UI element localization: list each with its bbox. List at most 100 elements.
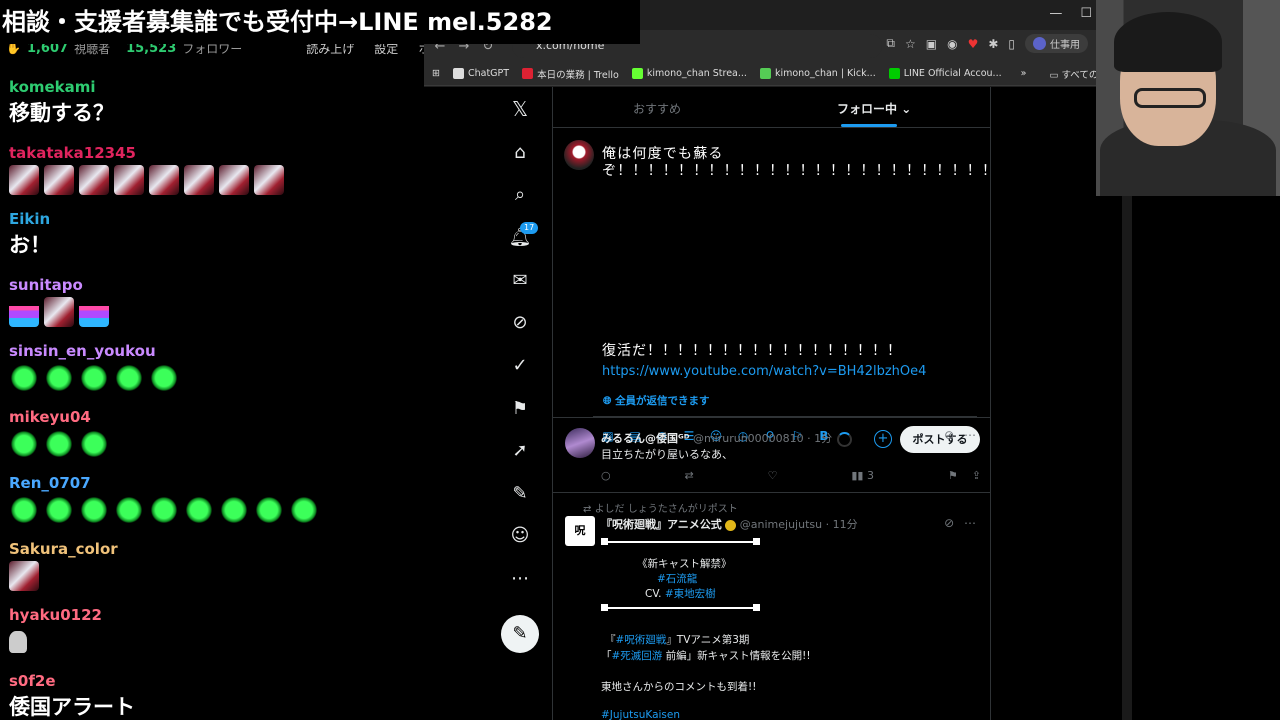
hashtag[interactable]: #JujutsuKaisen — [601, 709, 680, 720]
verified-icon[interactable]: ✓ — [502, 352, 538, 380]
chat-username[interactable]: Ren_0707 — [9, 472, 419, 494]
chat-emotes — [9, 296, 419, 328]
avatar[interactable]: 呪 — [565, 516, 595, 546]
compose-text[interactable]: 俺は何度でも蘇るぞ！！！！！！！！！！！！！！！！！！！！！！！！！！！！！！！… — [602, 146, 990, 180]
chat-message: sinsin_en_youkou — [9, 340, 419, 406]
views-stat[interactable]: ▮▮ 3 — [851, 469, 874, 482]
bookmark-label: kimono_chan Strea... — [646, 68, 747, 79]
extension-icon[interactable]: ▣ — [926, 37, 937, 51]
reply-icon[interactable]: ○ — [601, 469, 611, 482]
hashtag-text[interactable]: #東地宏樹 — [665, 588, 716, 600]
bookmark-favicon-icon — [759, 68, 771, 79]
home-icon[interactable]: ⌂ — [502, 139, 538, 167]
messages-icon[interactable]: ✉ — [502, 267, 538, 295]
tweet[interactable]: みるるん@倭国ᴳᴰ @mirurun00000810 · 1分 ⊘ ⋯ 目立ちた… — [553, 420, 990, 493]
x-page: 𝕏 ⌂ ⌕ 🔔︎ 17 ✉ ⊘ ✓ ⚑ ➚ ✎ ☺ ⋯ ✎ おすすめ フォロー中 … — [424, 87, 1096, 720]
chat-username[interactable]: takataka12345 — [9, 142, 419, 164]
hashtag-text: #石流龍 — [657, 573, 698, 585]
screen: ✋ 1,607 視聴者 15,523 フォロワー 読み上げ 設定 ホー kome… — [0, 0, 1280, 720]
compose-link[interactable]: https://www.youtube.com/watch?v=BH42lbzh… — [602, 364, 926, 379]
tweet-more-icon[interactable]: ⊘ ⋯ — [944, 516, 979, 530]
tab-following[interactable]: フォロー中 ⌄ — [837, 100, 911, 117]
bookmark-item[interactable]: LINE Official Accou... — [888, 68, 1002, 79]
sidepanel-icon[interactable]: ▯ — [1008, 37, 1015, 51]
chat-username[interactable]: sunitapo — [9, 274, 419, 296]
bookmark-label: 本日の業務 | Trello — [537, 69, 619, 81]
tweet-text: 目立ちたがり屋いるなあ、 — [601, 448, 733, 461]
x-sidebar-nav: 𝕏 ⌂ ⌕ 🔔︎ 17 ✉ ⊘ ✓ ⚑ ➚ ✎ ☺ ⋯ ✎ — [501, 87, 539, 720]
chat-emotes — [9, 164, 419, 196]
leaf-emote-icon — [9, 495, 39, 525]
like-icon[interactable]: ♡ — [768, 469, 778, 482]
apps-grid-icon[interactable]: ⊞ — [432, 68, 440, 79]
views-icon: ▮▮ — [851, 469, 864, 482]
tweet-author[interactable]: 『呪術廻戦』アニメ公式 — [601, 518, 722, 531]
girl-emote-icon — [149, 165, 179, 195]
profile-icon[interactable]: ☺ — [502, 522, 538, 550]
chat-message: mikeyu04 — [9, 406, 419, 472]
maximize-icon[interactable]: ☐ — [1080, 6, 1092, 21]
hashtag[interactable]: #石流龍 — [657, 571, 697, 586]
tweet-more-icon[interactable]: ⊘ ⋯ — [944, 428, 979, 442]
bookmark-item[interactable]: ChatGPT — [452, 68, 509, 79]
compose-text-2[interactable]: 復活だ！！！！！！！！！！！！！！！！！ — [602, 340, 902, 360]
minimize-icon[interactable]: — — [1049, 6, 1062, 21]
bookmark-icon[interactable]: ⚑ — [948, 469, 958, 482]
webcam-glasses — [1134, 88, 1206, 108]
browser-window: — ☐ ← → ↻ x.com/home ⧉ ☆ ▣ ◉ ♥ ✱ ▯ 仕事用 ⊞… — [424, 0, 1096, 720]
chat-username[interactable]: hyaku0122 — [9, 604, 419, 626]
globe-icon: 🌐︎ — [603, 395, 616, 407]
bookmarks-overflow-button[interactable]: » — [1021, 68, 1027, 79]
chat-username[interactable]: s0f2e — [9, 670, 419, 692]
grok-icon[interactable]: ⊘ — [502, 309, 538, 337]
more-icon[interactable]: ⋯ — [502, 565, 538, 593]
bookmarks-icon[interactable]: ⚑ — [502, 395, 538, 423]
extension-icon-2[interactable]: ◉ — [947, 37, 957, 51]
chat-username[interactable]: Eikin — [9, 208, 419, 230]
search-icon[interactable]: ⌕ — [502, 181, 538, 209]
avatar[interactable] — [565, 428, 595, 458]
tab-following-label: フォロー中 — [837, 102, 898, 116]
wave-emote-icon — [9, 297, 39, 327]
compose-divider — [593, 416, 977, 417]
chat-emotes — [9, 560, 419, 592]
reply-setting-label: 全員が返信できます — [615, 395, 710, 407]
notifications-icon[interactable]: 🔔︎ 17 — [502, 222, 539, 252]
hashtag-text[interactable]: #呪術廻戦 — [616, 634, 667, 646]
bookmark-label: kimono_chan | Kick... — [774, 68, 876, 79]
chat-username[interactable]: komekami — [9, 76, 419, 98]
profile-button[interactable]: 仕事用 — [1025, 34, 1088, 53]
extensions-puzzle-icon[interactable]: ✱ — [988, 37, 998, 51]
bracket-open: 『 — [605, 634, 616, 646]
tweet-author[interactable]: みるるん@倭国ᴳᴰ — [601, 432, 689, 445]
hashtag-text[interactable]: #死滅回游 — [612, 650, 663, 662]
tab-recommended[interactable]: おすすめ — [633, 100, 681, 117]
repost-icon[interactable]: ⇄ — [685, 469, 694, 482]
reply-setting[interactable]: 🌐︎ 全員が返信できます — [603, 393, 710, 408]
share-icon[interactable]: ⇪ — [972, 469, 981, 482]
cast-icon[interactable]: ⧉ — [886, 36, 895, 51]
compose-box[interactable]: 俺は何度でも蘇るぞ！！！！！！！！！！！！！！！！！！！！！！！！！！！！！！！… — [553, 128, 990, 453]
leaf-emote-icon — [149, 363, 179, 393]
bookmarks-folder[interactable]: ▭ すべてのブ — [1049, 67, 1096, 81]
timeline: おすすめ フォロー中 ⌄ 俺は何度でも蘇るぞ！！！！！！！！！！！！！！！！！！… — [552, 87, 991, 720]
webcam-person-hair — [1114, 12, 1222, 72]
bookmark-item[interactable]: kimono_chan Strea... — [631, 68, 747, 79]
post-fab-button[interactable]: ✎ — [501, 615, 539, 653]
extension-icon-3[interactable]: ♥ — [968, 37, 979, 51]
girl-emote-icon — [44, 297, 74, 327]
chat-username[interactable]: mikeyu04 — [9, 406, 419, 428]
leaf-emote-icon — [289, 495, 319, 525]
rocket-icon[interactable]: ➚ — [502, 437, 538, 465]
chat-username[interactable]: sinsin_en_youkou — [9, 340, 419, 362]
edit-icon[interactable]: ✎ — [502, 480, 538, 508]
bookmark-item[interactable]: kimono_chan | Kick... — [759, 68, 876, 79]
girl-emote-icon — [184, 165, 214, 195]
chat-username[interactable]: Sakura_color — [9, 538, 419, 560]
chat-emotes — [9, 362, 419, 394]
bookmark-item[interactable]: 本日の業務 | Trello — [522, 67, 619, 81]
x-logo-icon[interactable]: 𝕏 — [502, 95, 538, 123]
tweet[interactable]: ⇄ よしだ しょうたさんがリポスト 呪 『呪術廻戦』アニメ公式 @animeju… — [553, 494, 990, 720]
repost-line: ⇄ よしだ しょうたさんがリポスト — [583, 500, 738, 515]
bookmark-star-icon[interactable]: ☆ — [905, 37, 916, 51]
